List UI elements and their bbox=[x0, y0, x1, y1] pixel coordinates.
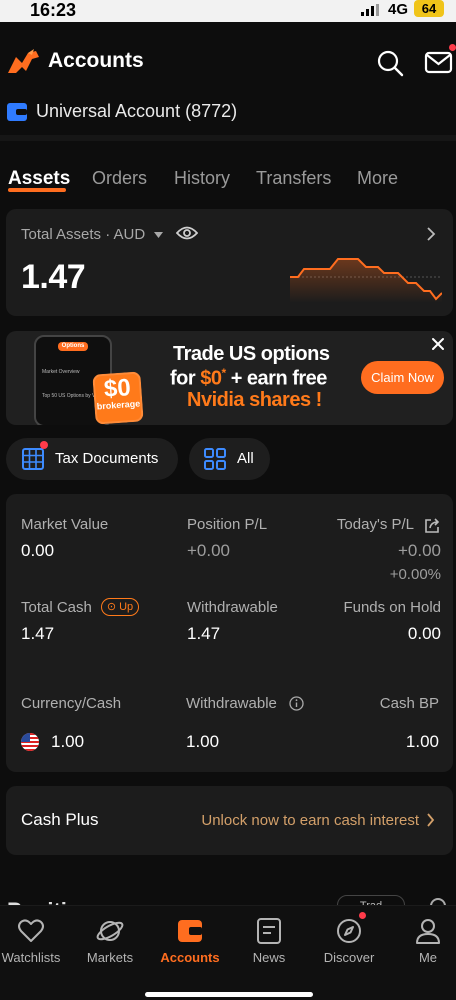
planet-icon bbox=[96, 921, 124, 941]
home-indicator bbox=[145, 992, 313, 997]
all-button[interactable]: All bbox=[189, 438, 270, 480]
nav-discover[interactable]: Discover bbox=[309, 906, 389, 976]
promo-highlight-line: Nvidia shares ! bbox=[187, 389, 322, 411]
document-grid-icon bbox=[22, 448, 44, 470]
nav-label: Me bbox=[418, 950, 438, 965]
heart-icon bbox=[18, 919, 44, 942]
nav-news[interactable]: News bbox=[229, 906, 309, 976]
share-icon[interactable] bbox=[424, 518, 440, 534]
caret-down-icon[interactable] bbox=[154, 232, 163, 238]
currency-cash-label: Currency/Cash bbox=[21, 695, 122, 712]
tab-more[interactable]: More bbox=[357, 168, 398, 189]
tax-documents-label: Tax Documents bbox=[55, 450, 159, 467]
compass-icon bbox=[337, 919, 361, 943]
nav-label: Discover bbox=[323, 950, 375, 965]
withdrawable-value: 1.47 bbox=[187, 624, 221, 643]
funds-on-hold-value: 0.00 bbox=[407, 624, 441, 643]
promo-text: + earn free bbox=[225, 367, 328, 390]
chevron-right-icon[interactable] bbox=[426, 227, 436, 241]
status-time: 16:23 bbox=[30, 0, 77, 20]
cash-plus-link[interactable]: Unlock now to earn cash interest bbox=[201, 812, 419, 829]
total-cash-label: Total Cash bbox=[21, 599, 92, 616]
cash-plus-title: Cash Plus bbox=[21, 810, 99, 829]
claim-now-button[interactable]: Claim Now bbox=[361, 361, 444, 394]
us-flag-icon bbox=[21, 733, 39, 751]
total-assets-value: 1.47 bbox=[21, 258, 86, 296]
signal-icon bbox=[361, 4, 379, 16]
nav-label: Accounts bbox=[160, 950, 220, 965]
promo-banner[interactable]: Options Market Overview Top 50 US Option… bbox=[6, 331, 453, 425]
network-label: 4G bbox=[388, 1, 409, 18]
notification-dot bbox=[40, 441, 48, 449]
cash-plus-row[interactable]: Cash Plus Unlock now to earn cash intere… bbox=[6, 786, 453, 855]
notification-dot bbox=[359, 912, 366, 919]
cash-bp-value: 1.00 bbox=[405, 732, 439, 751]
account-summary-card: Market Value 0.00 Position P/L +0.00 Tod… bbox=[6, 494, 453, 772]
promo-phone-text: Market Overview bbox=[42, 369, 80, 375]
account-tabs: Assets Orders History Transfers More bbox=[0, 168, 456, 198]
search-icon[interactable] bbox=[376, 49, 404, 77]
withdrawable-currency-value: 1.00 bbox=[186, 732, 220, 751]
total-assets-card[interactable]: Total Assets · AUD 1.47 bbox=[6, 209, 453, 316]
funds-on-hold-label: Funds on Hold bbox=[343, 599, 441, 616]
all-label: All bbox=[237, 450, 254, 467]
nav-label: News bbox=[252, 950, 286, 965]
position-pl-value: +0.00 bbox=[187, 541, 231, 560]
todays-pl-label: Today's P/L bbox=[336, 516, 414, 533]
nav-watchlists[interactable]: Watchlists bbox=[0, 906, 71, 976]
nav-label: Markets bbox=[86, 950, 134, 965]
currency-cash-value: 1.00 bbox=[51, 732, 85, 751]
active-tab-indicator bbox=[8, 188, 66, 192]
tax-documents-button[interactable]: Tax Documents bbox=[6, 438, 178, 480]
news-icon bbox=[257, 918, 281, 944]
withdrawable-label: Withdrawable bbox=[186, 695, 277, 712]
user-icon bbox=[416, 919, 440, 944]
promo-headline: Trade US options bbox=[173, 343, 330, 365]
total-cash-value: 1.47 bbox=[21, 624, 55, 643]
tab-assets[interactable]: Assets bbox=[8, 168, 70, 190]
page-title: Accounts bbox=[48, 49, 144, 72]
promo-text: for bbox=[170, 367, 201, 390]
todays-pl-value: +0.00 bbox=[397, 541, 441, 560]
nav-markets[interactable]: Markets bbox=[70, 906, 150, 976]
eye-icon[interactable] bbox=[176, 225, 198, 241]
position-pl-label: Position P/L bbox=[187, 516, 268, 533]
total-assets-label: Total Assets · AUD bbox=[21, 226, 146, 243]
withdrawable-label: Withdrawable bbox=[187, 599, 278, 616]
grid-icon bbox=[204, 448, 226, 470]
notification-dot bbox=[449, 44, 456, 51]
assets-sparkline bbox=[290, 258, 442, 303]
bottom-nav: Watchlists Markets Accounts News Discove… bbox=[0, 905, 456, 1000]
nav-label: Watchlists bbox=[1, 950, 61, 965]
market-value: 0.00 bbox=[21, 541, 55, 560]
zero-brokerage-badge: $0 brokerage bbox=[92, 371, 144, 425]
up-icon: ⊙ bbox=[106, 601, 117, 613]
promo-highlight: $0 bbox=[200, 367, 222, 390]
wallet-icon bbox=[178, 920, 202, 942]
info-icon[interactable] bbox=[289, 696, 304, 711]
market-value-label: Market Value bbox=[21, 516, 109, 533]
battery-indicator: 64 bbox=[414, 0, 444, 17]
promo-phone-tab: Options bbox=[58, 342, 88, 351]
chevron-right-icon bbox=[427, 813, 435, 827]
status-bar: 16:23 4G 64 bbox=[0, 0, 456, 22]
divider bbox=[0, 135, 456, 141]
cash-up-badge[interactable]: ⊙ Up bbox=[101, 598, 139, 616]
promo-subline: for $0* + earn free bbox=[170, 366, 327, 391]
mail-icon[interactable] bbox=[424, 49, 454, 77]
tab-orders[interactable]: Orders bbox=[92, 168, 147, 189]
wallet-icon bbox=[7, 103, 27, 121]
nav-me[interactable]: Me bbox=[388, 906, 456, 976]
account-name[interactable]: Universal Account (8772) bbox=[36, 101, 237, 122]
badge-text: brokerage bbox=[96, 398, 141, 412]
bull-logo-icon bbox=[8, 49, 39, 73]
cash-bp-label: Cash BP bbox=[379, 695, 439, 712]
tab-history[interactable]: History bbox=[174, 168, 230, 189]
close-icon[interactable] bbox=[431, 337, 445, 351]
todays-pl-percent: +0.00% bbox=[389, 566, 441, 583]
up-badge-label: Up bbox=[119, 601, 134, 613]
tab-transfers[interactable]: Transfers bbox=[256, 168, 331, 189]
nav-accounts[interactable]: Accounts bbox=[150, 906, 230, 976]
